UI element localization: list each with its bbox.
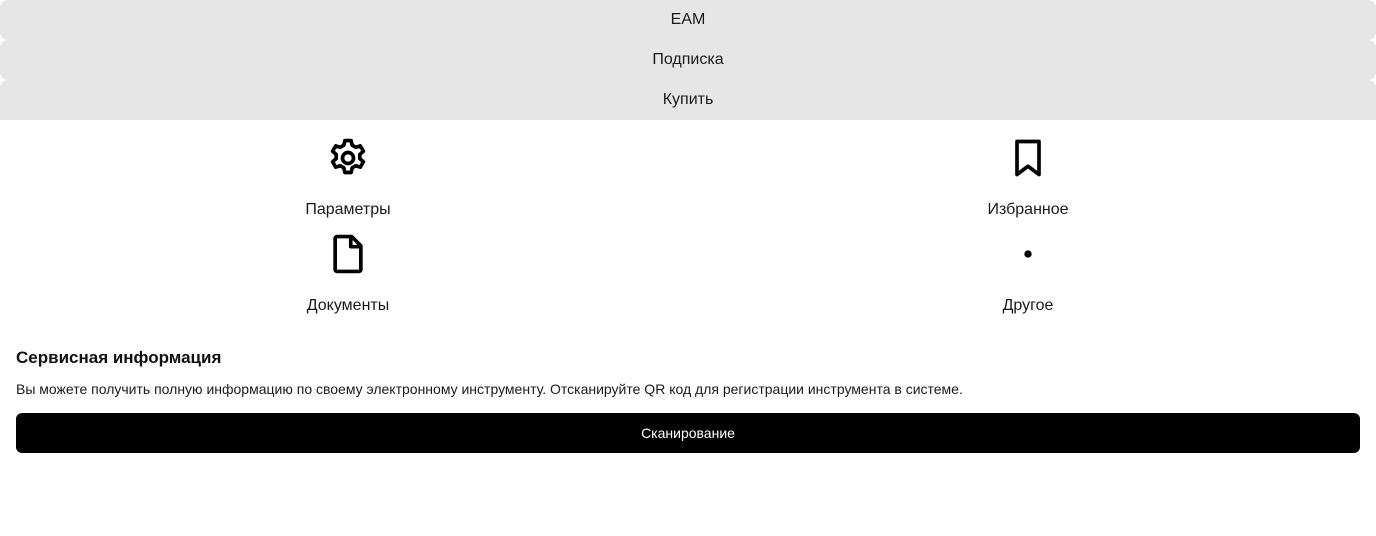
- menu-item-buy[interactable]: Купить: [0, 80, 1376, 120]
- top-menu: EAM Подписка Купить: [0, 0, 1376, 120]
- tile-parameters[interactable]: Параметры: [248, 120, 448, 218]
- bookmark-icon: [1006, 136, 1050, 180]
- menu-item-label: Подписка: [652, 51, 724, 68]
- menu-item-subscription[interactable]: Подписка: [0, 40, 1376, 80]
- service-info-description: Вы можете получить полную информацию по …: [16, 381, 963, 397]
- menu-item-label: EAM: [670, 11, 706, 28]
- menu-item-eam[interactable]: EAM: [0, 0, 1376, 40]
- scan-button[interactable]: Сканирование: [16, 413, 1360, 453]
- tile-documents[interactable]: Документы: [248, 216, 448, 314]
- tile-favorites[interactable]: Избранное: [928, 120, 1128, 218]
- quick-actions-grid: Параметры Избранное Документы Другое: [0, 120, 1376, 320]
- dot-icon: [1006, 232, 1050, 276]
- document-icon: [326, 232, 370, 276]
- tile-other[interactable]: Другое: [928, 216, 1128, 314]
- tile-label: Документы: [306, 297, 390, 314]
- tile-label: Другое: [1002, 297, 1054, 314]
- menu-item-label: Купить: [662, 91, 714, 108]
- gear-icon: [326, 136, 370, 180]
- service-info-title: Сервисная информация: [16, 348, 222, 367]
- service-info-section: Сервисная информация Вы можете получить …: [16, 344, 1360, 453]
